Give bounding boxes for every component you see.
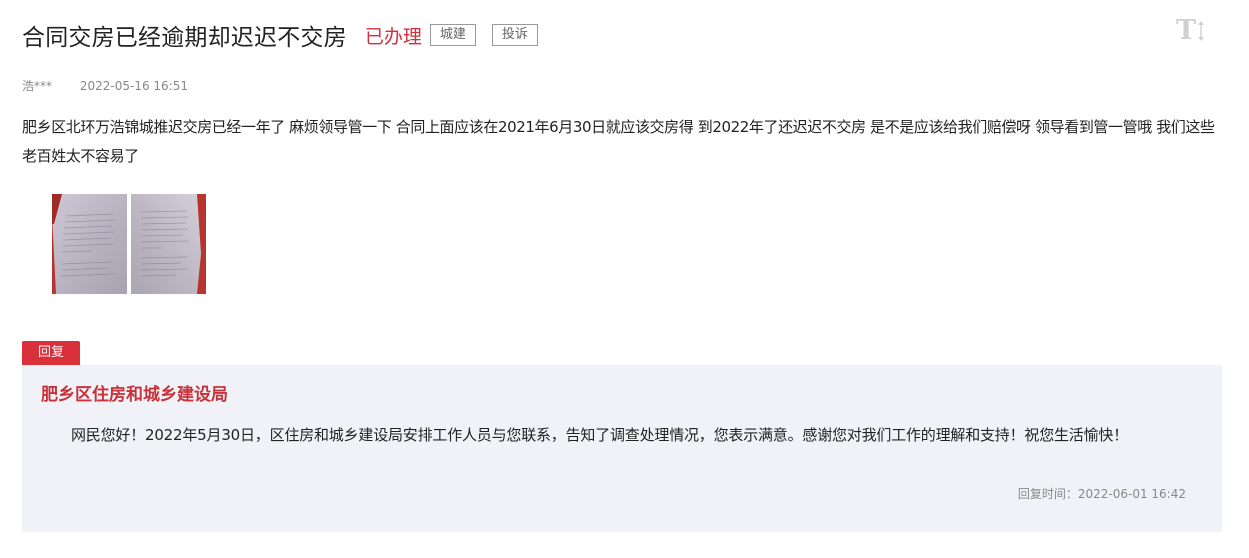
- type-tag[interactable]: 投诉: [491, 24, 538, 46]
- document-photo-thumbnail-icon: [52, 194, 127, 294]
- author-name: 浩***: [22, 79, 53, 93]
- status-label: 已办理: [364, 25, 422, 48]
- attachment-thumbnail-2[interactable]: [131, 194, 206, 294]
- letter-detail-page: 合同交房已经逾期却迟迟不交房 已办理 城建 投诉 T 浩*** 2022-05-…: [0, 0, 1249, 558]
- post-body: 肥乡区北环万浩锦城推迟交房已经一年了 麻烦领导管一下 合同上面应该在2021年6…: [22, 118, 1215, 165]
- reply-badge: 回复: [22, 341, 80, 365]
- page-title: 合同交房已经逾期却迟迟不交房: [22, 25, 347, 51]
- reply-department: 肥乡区住房和城乡建设局: [41, 385, 228, 405]
- attachment-gallery: [52, 194, 210, 294]
- up-down-arrow-icon: [1198, 21, 1205, 41]
- reply-time: 回复时间：2022-06-01 16:42: [1017, 487, 1186, 501]
- post-meta: 浩*** 2022-05-16 16:51: [22, 77, 188, 94]
- attachment-thumbnail-1[interactable]: [52, 194, 127, 294]
- font-size-toggle-icon: T: [1176, 15, 1197, 46]
- post-datetime: 2022-05-16 16:51: [79, 79, 188, 93]
- reply-panel: 肥乡区住房和城乡建设局 网民您好！2022年5月30日，区住房和城乡建设局安排工…: [22, 365, 1222, 532]
- reply-content: 网民您好！2022年5月30日，区住房和城乡建设局安排工作人员与您联系，告知了调…: [71, 426, 1129, 444]
- font-size-toggle-button[interactable]: T: [1176, 16, 1212, 46]
- category-tag[interactable]: 城建: [429, 24, 476, 46]
- document-photo-thumbnail-icon: [131, 194, 206, 294]
- title-row: 合同交房已经逾期却迟迟不交房 已办理 城建 投诉: [22, 18, 538, 52]
